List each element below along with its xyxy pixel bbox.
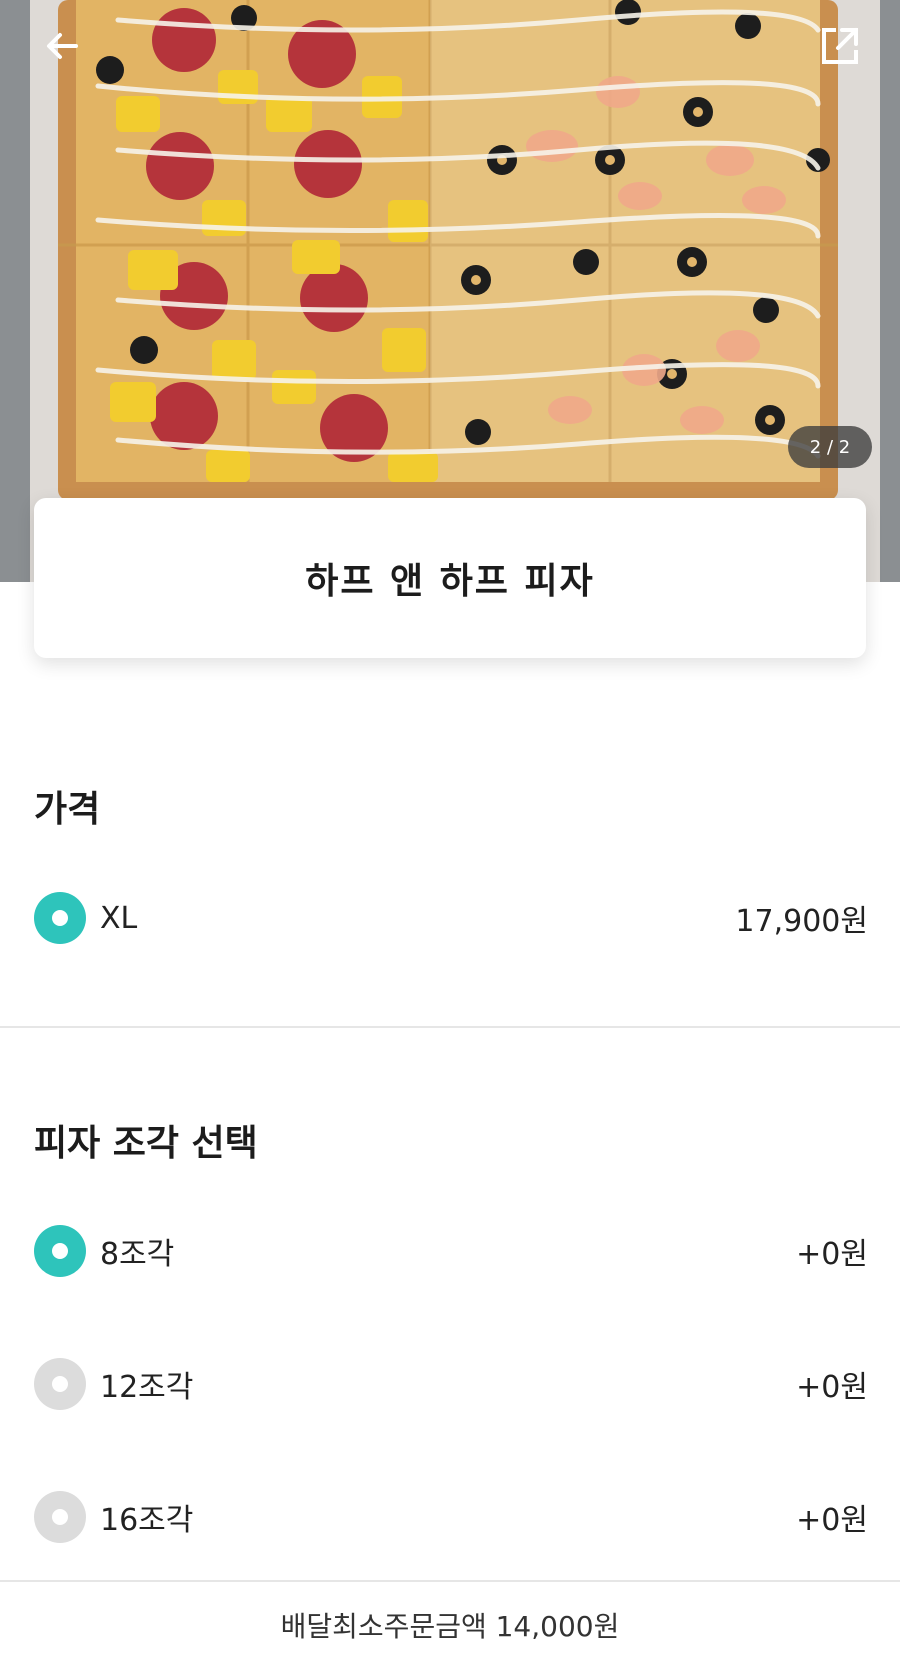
footer-divider <box>0 1580 900 1582</box>
option-price: +0원 <box>796 1503 868 1538</box>
image-counter: 2 / 2 <box>788 426 872 468</box>
slice-option-8[interactable]: 8조각 +0원 <box>34 1223 868 1279</box>
option-label: XL <box>100 900 138 936</box>
section-divider <box>0 1026 900 1028</box>
back-button[interactable] <box>38 22 86 70</box>
pizza-photo[interactable] <box>58 0 838 500</box>
radio-selected-icon[interactable] <box>34 1225 86 1277</box>
radio-selected-icon[interactable] <box>34 892 86 944</box>
back-arrow-icon <box>47 33 78 59</box>
option-label: 8조각 <box>100 1237 175 1272</box>
min-order-notice: 배달최소주문금액 14,000원 <box>280 1610 620 1643</box>
share-icon <box>822 28 858 64</box>
product-name: 하프 앤 하프 피자 <box>305 561 595 602</box>
product-image-area: 2 / 2 <box>0 0 900 582</box>
share-button[interactable] <box>816 22 864 70</box>
option-price: 17,900원 <box>735 904 868 939</box>
option-label: 16조각 <box>100 1503 194 1538</box>
option-price: +0원 <box>796 1370 868 1405</box>
price-option-xl[interactable]: XL 17,900원 <box>34 890 868 946</box>
slice-option-12[interactable]: 12조각 +0원 <box>34 1356 868 1412</box>
slice-option-16[interactable]: 16조각 +0원 <box>34 1489 868 1545</box>
slice-section-title: 피자 조각 선택 <box>34 1123 258 1164</box>
price-section-title: 가격 <box>34 789 101 830</box>
option-price: +0원 <box>796 1237 868 1272</box>
product-title-card: 하프 앤 하프 피자 <box>34 498 866 658</box>
radio-unselected-icon[interactable] <box>34 1491 86 1543</box>
radio-unselected-icon[interactable] <box>34 1358 86 1410</box>
option-label: 12조각 <box>100 1370 194 1405</box>
